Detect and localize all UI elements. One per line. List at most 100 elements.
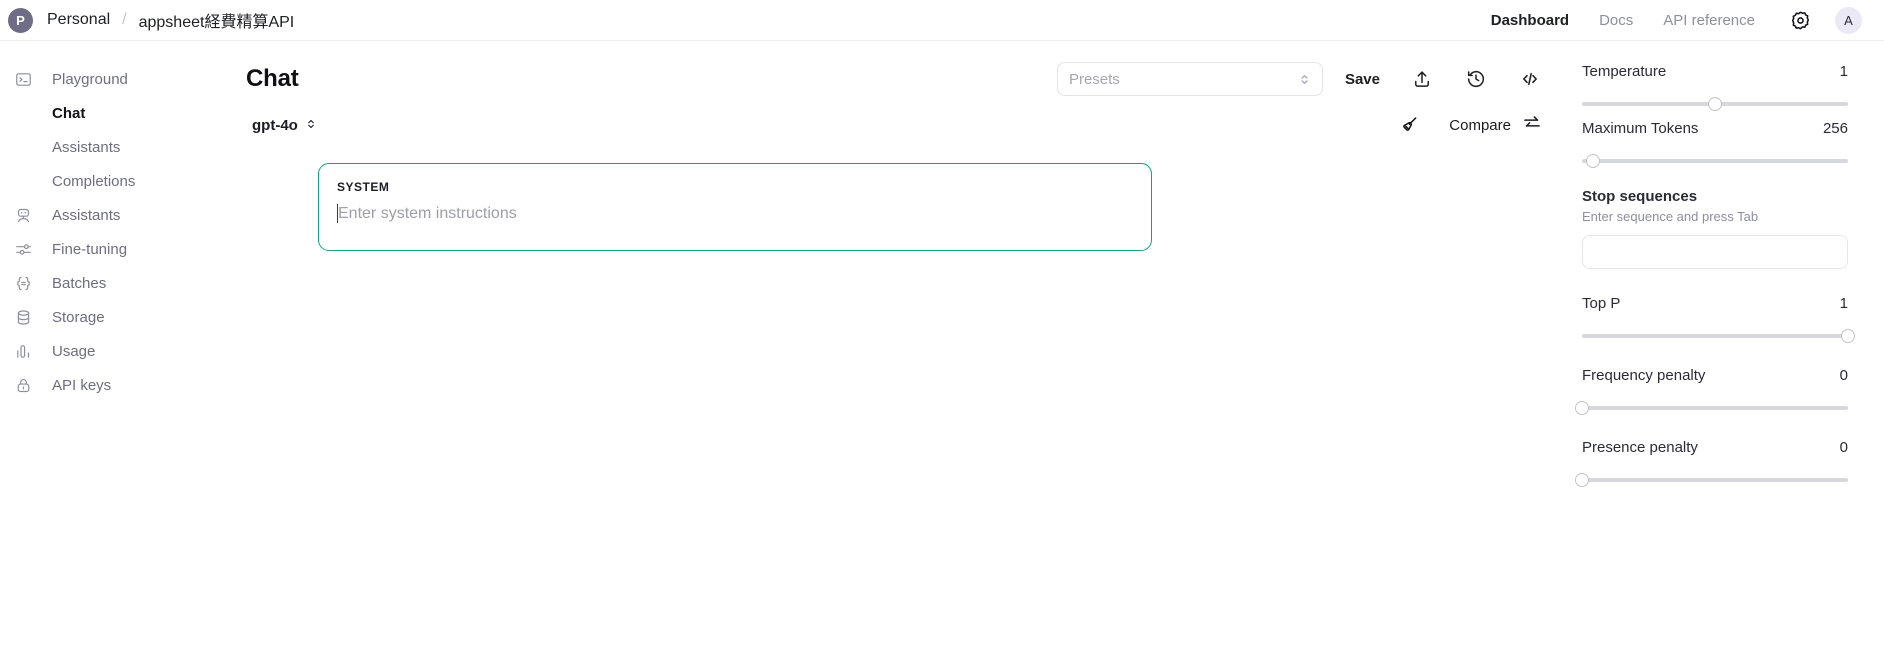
sidebar-label-storage: Storage xyxy=(52,308,105,326)
parameters-panel: Temperature 1 Maximum Tokens 256 Stop se… xyxy=(1564,41,1884,665)
sidebar-item-usage[interactable]: Usage xyxy=(0,334,230,368)
param-presence-penalty-label: Presence penalty xyxy=(1582,439,1698,456)
slider-thumb[interactable] xyxy=(1575,473,1589,487)
top-nav: Dashboard Docs API reference xyxy=(1491,12,1755,29)
swap-arrows-icon xyxy=(1522,113,1542,137)
sidebar-item-chat[interactable]: Chat xyxy=(0,96,230,130)
compare-label: Compare xyxy=(1449,116,1511,134)
system-message-box[interactable]: SYSTEM Enter system instructions xyxy=(318,163,1152,251)
presets-dropdown[interactable]: Presets xyxy=(1056,62,1323,96)
database-icon xyxy=(13,307,34,328)
param-frequency-penalty-value: 0 xyxy=(1839,367,1848,384)
param-stop-sequences: Stop sequences Enter sequence and press … xyxy=(1582,188,1848,269)
chevron-updown-icon xyxy=(1298,73,1311,86)
param-frequency-penalty-label: Frequency penalty xyxy=(1582,367,1706,384)
param-maximum-tokens-head: Maximum Tokens 256 xyxy=(1582,120,1848,146)
param-top-p-label: Top P xyxy=(1582,295,1621,312)
nav-link-docs[interactable]: Docs xyxy=(1599,12,1633,29)
sidebar-label-assistants-sub: Assistants xyxy=(52,138,121,156)
save-button[interactable]: Save xyxy=(1345,71,1380,88)
maximum-tokens-slider[interactable] xyxy=(1582,150,1848,172)
org-avatar[interactable]: P xyxy=(8,7,33,33)
sliders-icon xyxy=(13,239,34,260)
sidebar-label-chat: Chat xyxy=(52,104,86,122)
param-temperature-head: Temperature 1 xyxy=(1582,63,1848,89)
presence-penalty-slider[interactable] xyxy=(1575,469,1848,491)
frequency-penalty-slider[interactable] xyxy=(1575,397,1848,419)
sidebar-item-playground[interactable]: Playground xyxy=(0,62,230,96)
param-frequency-penalty: Frequency penalty 0 xyxy=(1575,367,1848,419)
param-maximum-tokens: Maximum Tokens 256 xyxy=(1582,120,1848,172)
sidebar-label-completions: Completions xyxy=(52,172,136,190)
page-title: Chat xyxy=(246,65,299,92)
share-icon[interactable] xyxy=(1410,67,1434,91)
stop-sequences-input[interactable] xyxy=(1582,235,1848,269)
slider-thumb[interactable] xyxy=(1708,97,1722,111)
slider-track xyxy=(1582,159,1848,163)
sidebar: Playground Chat Assistants Completions A… xyxy=(0,41,230,665)
broom-icon[interactable] xyxy=(1397,113,1421,137)
system-input-line[interactable]: Enter system instructions xyxy=(337,204,1133,223)
bar-chart-icon xyxy=(13,341,34,362)
system-instructions-placeholder: Enter system instructions xyxy=(338,204,517,222)
compare-button[interactable]: Compare xyxy=(1449,113,1542,137)
slider-thumb[interactable] xyxy=(1841,329,1855,343)
stop-sequences-label: Stop sequences xyxy=(1582,188,1698,205)
system-role-label: SYSTEM xyxy=(337,180,390,194)
slider-track xyxy=(1582,334,1848,338)
chevron-updown-icon xyxy=(305,117,317,134)
main-header: Chat Presets Save xyxy=(246,41,1564,103)
app-shell: Playground Chat Assistants Completions A… xyxy=(0,41,1884,665)
slider-track xyxy=(1582,478,1848,482)
model-selector[interactable]: gpt-4o xyxy=(252,117,317,134)
terminal-icon xyxy=(13,69,34,90)
breadcrumb-separator: / xyxy=(122,11,127,28)
sidebar-item-completions[interactable]: Completions xyxy=(0,164,230,198)
system-box-wrapper: SYSTEM Enter system instructions xyxy=(246,147,1564,251)
sidebar-item-assistants-sub[interactable]: Assistants xyxy=(0,130,230,164)
sidebar-label-playground: Playground xyxy=(52,70,128,88)
sidebar-label-assistants: Assistants xyxy=(52,206,121,224)
param-maximum-tokens-value: 256 xyxy=(1822,120,1848,137)
param-frequency-penalty-head: Frequency penalty 0 xyxy=(1582,367,1848,393)
top-p-slider[interactable] xyxy=(1582,325,1855,347)
presets-placeholder: Presets xyxy=(1068,70,1120,88)
stop-sequences-hint: Enter sequence and press Tab xyxy=(1582,209,1759,224)
slider-thumb[interactable] xyxy=(1585,154,1600,168)
param-top-p: Top P 1 xyxy=(1582,295,1855,347)
sidebar-item-assistants[interactable]: Assistants xyxy=(0,198,230,232)
sidebar-item-storage[interactable]: Storage xyxy=(0,300,230,334)
param-temperature-label: Temperature xyxy=(1582,63,1667,80)
history-icon[interactable] xyxy=(1464,67,1488,91)
breadcrumb: P Personal / appsheet経費精算API xyxy=(8,7,295,33)
top-bar: P Personal / appsheet経費精算API Dashboard D… xyxy=(0,0,1884,41)
braces-icon xyxy=(13,273,34,294)
param-temperature-value: 1 xyxy=(1839,63,1848,80)
sidebar-label-fine-tuning: Fine-tuning xyxy=(52,240,128,258)
nav-link-api-reference[interactable]: API reference xyxy=(1663,12,1755,29)
sidebar-label-batches: Batches xyxy=(52,274,107,292)
sidebar-item-fine-tuning[interactable]: Fine-tuning xyxy=(0,232,230,266)
param-maximum-tokens-label: Maximum Tokens xyxy=(1582,120,1699,137)
temperature-slider[interactable] xyxy=(1582,93,1848,115)
robot-icon xyxy=(13,205,34,226)
breadcrumb-project[interactable]: appsheet経費精算API xyxy=(139,8,295,32)
param-top-p-head: Top P 1 xyxy=(1582,295,1848,321)
slider-thumb[interactable] xyxy=(1575,401,1589,415)
param-temperature: Temperature 1 xyxy=(1582,63,1848,115)
code-icon[interactable] xyxy=(1518,67,1542,91)
lock-icon xyxy=(13,375,34,396)
sidebar-item-api-keys[interactable]: API keys xyxy=(0,368,230,402)
main-content: Chat Presets Save gpt-4o Compare SYSTEM … xyxy=(230,41,1564,665)
param-presence-penalty-head: Presence penalty 0 xyxy=(1582,439,1848,465)
gear-icon[interactable] xyxy=(1787,7,1813,33)
sidebar-item-batches[interactable]: Batches xyxy=(0,266,230,300)
slider-track xyxy=(1582,406,1848,410)
nav-link-dashboard[interactable]: Dashboard xyxy=(1491,12,1569,29)
breadcrumb-org[interactable]: Personal xyxy=(47,11,110,29)
param-presence-penalty-value: 0 xyxy=(1839,439,1848,456)
model-name: gpt-4o xyxy=(252,116,298,134)
user-avatar[interactable]: A xyxy=(1835,6,1862,34)
param-presence-penalty: Presence penalty 0 xyxy=(1575,439,1848,491)
sidebar-label-api-keys: API keys xyxy=(52,376,112,394)
